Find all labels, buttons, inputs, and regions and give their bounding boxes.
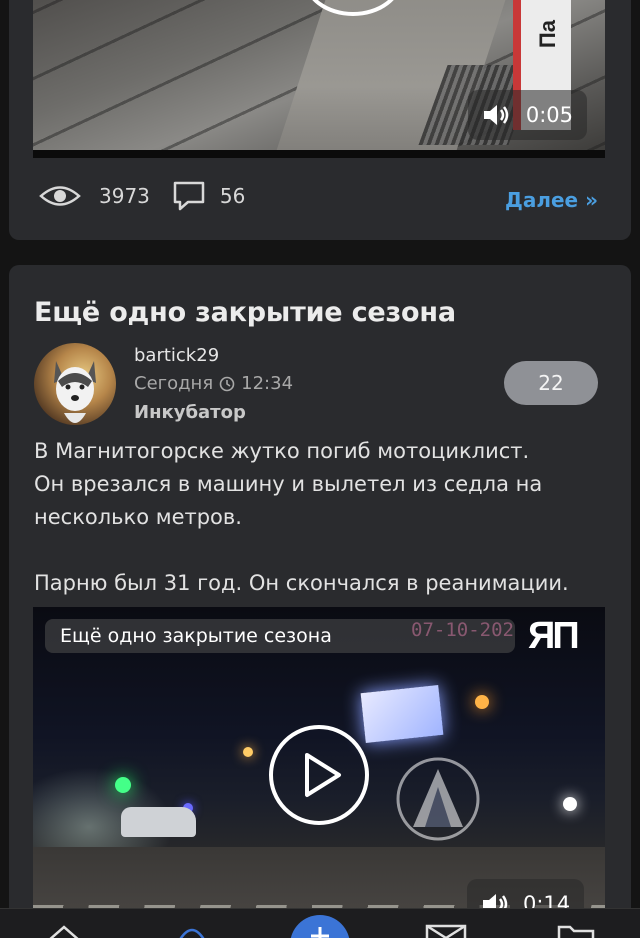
post-title[interactable]: Ещё одно закрытие сезона: [34, 297, 456, 328]
rating-badge[interactable]: 22: [504, 361, 598, 405]
messages-icon[interactable]: [424, 923, 468, 938]
read-more-link[interactable]: Далее »: [505, 188, 598, 212]
channel-logo: ЯП: [528, 615, 580, 657]
video-frame-car: [121, 807, 196, 837]
post-video[interactable]: Ещё одно закрытие сезона 07-10-202 ЯП 0:…: [33, 607, 605, 927]
author-name[interactable]: bartick29: [134, 345, 219, 366]
video-duration: 0:05: [525, 103, 573, 127]
views-count: 3973: [99, 184, 150, 208]
traffic-police-logo: [396, 757, 480, 841]
video-title: Ещё одно закрытие сезона: [60, 625, 332, 647]
husky-avatar-image: [54, 361, 96, 423]
post-body: В Магнитогорске жутко погиб мотоциклист.…: [34, 435, 614, 600]
home-icon[interactable]: [44, 923, 84, 938]
comments-count[interactable]: 56: [220, 184, 245, 208]
bottom-navigation: [0, 908, 640, 938]
post-time: 12:34: [241, 373, 294, 394]
clock-icon: [219, 376, 235, 391]
post-text-line: Он врезался в машину и вылетел из седла …: [34, 472, 543, 496]
add-post-button[interactable]: [290, 915, 350, 938]
feed-page: Па 0:05 3973 56 Далее » Ещё одно закрыти…: [0, 0, 640, 938]
eye-icon: [39, 186, 81, 206]
avatar[interactable]: [34, 343, 116, 425]
video-duration-badge[interactable]: 0:05: [467, 90, 587, 140]
video-frame-light: [563, 797, 577, 811]
previous-post-card: Па 0:05 3973 56 Далее »: [9, 0, 631, 240]
previous-post-video[interactable]: Па 0:05: [33, 0, 605, 158]
video-frame-light: [475, 695, 489, 709]
comment-icon: [173, 181, 205, 211]
post-text-line: Парню был 31 год. Он скончался в реанима…: [34, 571, 569, 595]
community-name[interactable]: Инкубатор: [134, 402, 246, 423]
play-button[interactable]: [269, 725, 369, 825]
post-text-line: В Магнитогорске жутко погиб мотоциклист.: [34, 439, 530, 463]
video-frame-billboard: [360, 685, 444, 743]
video-frame-light: [115, 777, 131, 793]
volume-icon: [483, 105, 509, 125]
video-timestamp-overlay: 07-10-202: [411, 619, 514, 641]
post-date-prefix: Сегодня: [134, 373, 214, 394]
video-progress-track: [33, 150, 605, 158]
video-frame-light: [243, 747, 253, 757]
plus-icon: [311, 927, 329, 938]
video-frame-sign-text: Па: [535, 20, 560, 49]
post-text-line: несколько метров.: [34, 505, 242, 529]
play-icon: [305, 753, 341, 797]
post-stats: 3973 56: [39, 180, 245, 212]
post-card: Ещё одно закрытие сезона bartick29 Сегод…: [9, 265, 631, 938]
post-date: Сегодня 12:34: [134, 373, 293, 394]
hot-icon[interactable]: [174, 923, 210, 938]
folder-icon[interactable]: [556, 923, 596, 938]
